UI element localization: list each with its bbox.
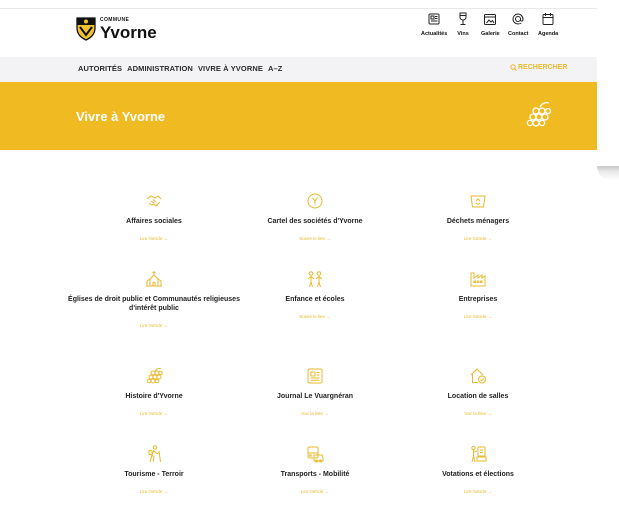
newspaper-icon [428, 13, 440, 25]
topic-card[interactable]: Votations et élections Lire l'article → [383, 445, 573, 494]
nav-item-a-z[interactable]: A–Z [268, 64, 282, 73]
topic-link[interactable]: Suivre le lien → [299, 314, 331, 319]
background-edge [597, 0, 619, 528]
topic-link[interactable]: Lire l'article → [464, 314, 492, 319]
factory-icon [470, 272, 486, 287]
nav-item-administration[interactable]: ADMINISTRATION [127, 64, 193, 73]
topic-card[interactable]: Cartel des sociétés d'Yvorne Suivre le l… [220, 192, 410, 241]
top-border [0, 0, 597, 9]
quick-link-label: Agenda [538, 31, 559, 37]
ballot-icon [471, 445, 487, 463]
quick-link-label: Contact [508, 31, 529, 37]
logo-subtitle: COMMUNE [100, 16, 130, 23]
topic-link[interactable]: Lire l'article → [140, 323, 168, 328]
hero-banner: Vivre à Yvorne [0, 82, 597, 150]
topics-grid: Affaires sociales Lire l'article → Carte… [0, 150, 597, 528]
topic-link[interactable]: Lire l'article → [464, 236, 492, 241]
quick-link-label: Galerie [481, 31, 500, 37]
topic-title: Affaires sociales [126, 218, 182, 225]
topic-card[interactable]: Journal Le Vuargnéran Voir la liste → [220, 367, 410, 416]
shield-icon [76, 17, 96, 41]
topic-card[interactable]: Entreprises Lire l'article → [383, 270, 573, 319]
house-check-icon [470, 368, 486, 384]
grapes-icon [146, 367, 163, 384]
page-title: Vivre à Yvorne [76, 109, 166, 124]
main-nav: AUTORITÉS ADMINISTRATION VIVRE À YVORNE … [0, 57, 597, 82]
topic-title: Cartel des sociétés d'Yvorne [267, 218, 363, 225]
site-logo[interactable]: COMMUNE Yvorne [76, 17, 157, 41]
circle-y-icon [307, 193, 323, 209]
handshake-icon [146, 195, 162, 207]
topic-title: Votations et élections [442, 471, 514, 478]
quick-link-vins[interactable]: Vins [456, 12, 470, 37]
topic-title: Location de salles [447, 393, 509, 400]
page-frame: COMMUNE Yvorne Actualités Vins Galerie C… [0, 0, 597, 528]
topic-link[interactable]: Voir la liste → [301, 411, 329, 416]
quick-link-galerie[interactable]: Galerie [481, 12, 500, 37]
topic-title: Enfance et écoles [285, 296, 345, 303]
topic-title: Transports - Mobilité [280, 471, 350, 478]
at-sign-icon [512, 13, 524, 25]
topic-link[interactable]: Lire l'article → [140, 411, 168, 416]
quick-link-agenda[interactable]: Agenda [538, 12, 558, 37]
site-header: COMMUNE Yvorne Actualités Vins Galerie C… [0, 9, 597, 57]
calendar-icon [542, 13, 554, 25]
recycle-bin-icon [470, 195, 486, 208]
topic-link[interactable]: Lire l'article → [301, 489, 329, 494]
search-label: RECHERCHER [518, 64, 568, 71]
quick-link-actualites[interactable]: Actualités [421, 12, 447, 37]
topic-card[interactable]: Déchets ménagers Lire l'article → [383, 192, 573, 241]
topic-link[interactable]: Lire l'article → [464, 489, 492, 494]
topic-title: Journal Le Vuargnéran [277, 393, 353, 400]
topic-card[interactable]: Location de salles Voir la liste → [383, 367, 573, 416]
edge-shadow [597, 166, 619, 180]
topic-title: Histoire d'Yvorne [125, 393, 183, 400]
search-button[interactable]: RECHERCHER [510, 64, 567, 71]
topic-card[interactable]: Enfance et écoles Suivre le lien → [220, 270, 410, 319]
topic-link[interactable]: Lire l'article → [140, 236, 168, 241]
wine-glass-icon [459, 12, 467, 25]
nav-item-autorites[interactable]: AUTORITÉS [78, 64, 122, 73]
topic-title: Entreprises [458, 296, 498, 303]
bus-icon [307, 446, 324, 463]
hiker-icon [148, 445, 161, 463]
quick-link-label: Actualités [421, 31, 448, 37]
nav-item-vivre-a-yvorne[interactable]: VIVRE À YVORNE [198, 64, 263, 73]
topic-link[interactable]: Voir la liste → [464, 411, 492, 416]
topic-title: Déchets ménagers [446, 218, 510, 225]
grapes-icon [526, 101, 551, 127]
quick-link-label: Vins [457, 31, 469, 37]
church-icon [146, 271, 162, 287]
search-icon [510, 64, 517, 71]
quick-link-contact[interactable]: Contact [508, 12, 528, 37]
topic-card[interactable]: Transports - Mobilité Lire l'article → [220, 445, 410, 494]
topic-title: Tourisme - Terroir [124, 471, 184, 478]
newspaper-icon [307, 368, 323, 384]
children-icon [307, 271, 323, 288]
logo-name: Yvorne [100, 22, 157, 42]
topic-link[interactable]: Lire l'article → [140, 489, 168, 494]
gallery-icon [484, 14, 497, 25]
topic-link[interactable]: Suivre le lien → [299, 236, 331, 241]
